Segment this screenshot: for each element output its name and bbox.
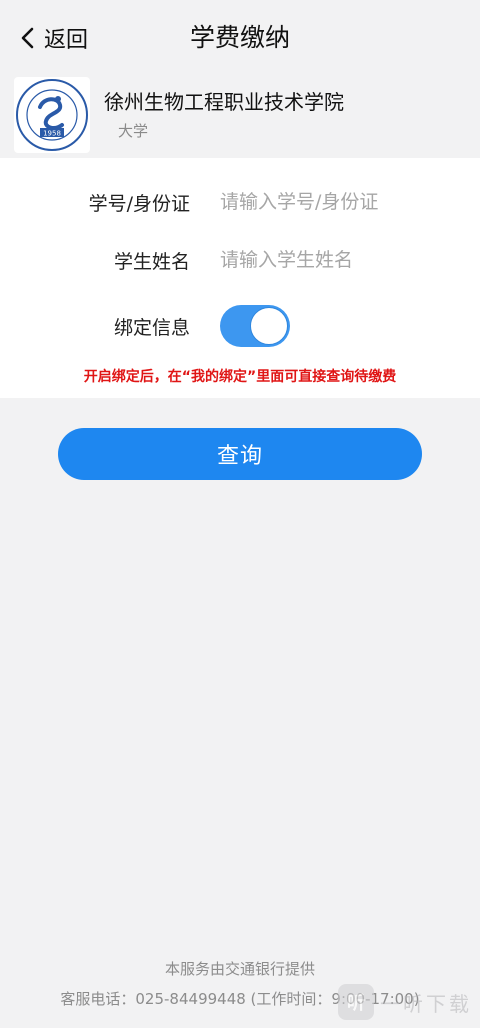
student-id-label: 学号/身份证 (88, 192, 190, 215)
student-name-input[interactable] (220, 242, 460, 278)
school-type: 大学 (118, 122, 149, 140)
page-title: 学费缴纳 (189, 23, 290, 52)
bind-hint: 开启绑定后，在“我的绑定”里面可直接查询待缴费 (83, 369, 397, 385)
bind-label: 绑定信息 (113, 316, 190, 339)
school-name: 徐州生物工程职业技术学院 (104, 90, 344, 114)
bind-row: 绑定信息 (0, 305, 480, 347)
student-id-row: 学号/身份证 (0, 182, 480, 222)
school-banner: 1958 徐州生物工程职业技术学院 大学 (0, 72, 480, 158)
student-id-input[interactable] (220, 184, 460, 220)
footer-provider: 本服务由交通银行提供 (164, 960, 315, 978)
watermark-logo-icon: 听 (338, 984, 374, 1020)
student-name-label: 学生姓名 (113, 250, 190, 273)
school-emblem-icon: 1958 (16, 79, 88, 151)
watermark: 听 一听下载 (338, 982, 472, 1022)
logo-year: 1958 (43, 130, 61, 138)
app-screen: 返回 学费缴纳 1958 徐州生物工程职业技术学院 大学 学号/身份证 学生姓名 (0, 0, 480, 1028)
school-logo: 1958 (14, 77, 90, 153)
watermark-text: 一听下载 (380, 991, 472, 1016)
query-button[interactable]: 查询 (58, 428, 422, 480)
payment-form: 学号/身份证 学生姓名 绑定信息 开启绑定后，在“我的绑定”里面可直接查询待缴费 (0, 158, 480, 398)
bind-toggle[interactable] (220, 305, 290, 347)
student-name-row: 学生姓名 (0, 240, 480, 280)
toggle-knob (250, 307, 288, 345)
top-bar: 返回 学费缴纳 (0, 0, 480, 72)
